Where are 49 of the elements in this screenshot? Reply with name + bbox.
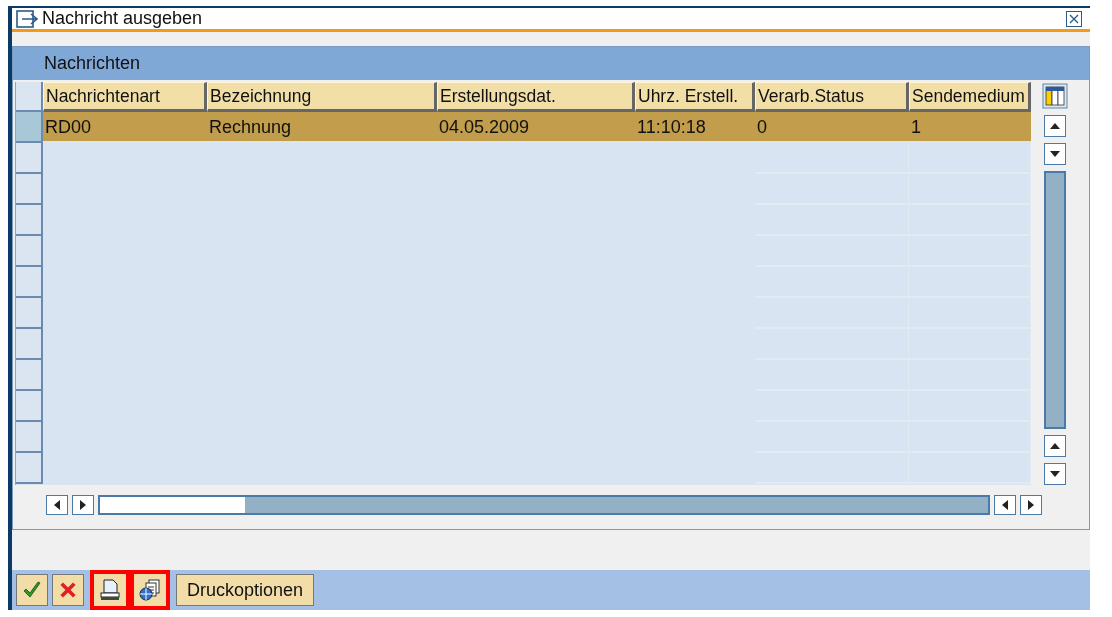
column-header[interactable]: Nachrichtenart xyxy=(43,82,207,112)
scroll-left-icon[interactable] xyxy=(994,495,1016,515)
scroll-up-icon[interactable] xyxy=(1044,435,1066,457)
scroll-up-icon[interactable] xyxy=(1044,115,1066,137)
row-selector[interactable] xyxy=(16,267,43,298)
column-header[interactable]: Sendemedium xyxy=(909,82,1031,112)
row-selector[interactable] xyxy=(16,391,43,422)
row-selector[interactable] xyxy=(16,143,43,174)
row-selector[interactable] xyxy=(16,360,43,391)
print-preview-button[interactable] xyxy=(130,570,170,610)
column-header[interactable]: Bezeichnung xyxy=(207,82,437,112)
print-options-button[interactable]: Druckoptionen xyxy=(176,574,315,606)
scroll-right-icon[interactable] xyxy=(72,495,94,515)
row-selector[interactable] xyxy=(16,174,43,205)
table-cell: RD00 xyxy=(43,112,207,143)
window-title: Nachricht ausgeben xyxy=(42,8,203,29)
print-button[interactable] xyxy=(90,570,130,610)
scroll-down-icon[interactable] xyxy=(1044,463,1066,485)
row-selector[interactable] xyxy=(16,236,43,267)
column-header[interactable]: Erstellungsdat. xyxy=(437,82,635,112)
row-selector[interactable] xyxy=(16,453,43,484)
horizontal-scrollbar[interactable] xyxy=(98,495,990,515)
table-row[interactable]: RD00 Rechnung 04.05.2009 11:10:18 0 1 xyxy=(16,112,1031,143)
table-cell: Rechnung xyxy=(207,112,437,143)
row-selector[interactable] xyxy=(16,205,43,236)
table-cell: 11:10:18 xyxy=(635,112,755,143)
row-selector[interactable] xyxy=(16,112,43,143)
row-selector[interactable] xyxy=(16,329,43,360)
row-selector[interactable] xyxy=(16,422,43,453)
column-header[interactable]: Uhrz. Erstell. xyxy=(635,82,755,112)
scroll-left-icon[interactable] xyxy=(46,495,68,515)
row-selector[interactable] xyxy=(16,298,43,329)
column-header[interactable]: Verarb.Status xyxy=(755,82,909,112)
printer-icon xyxy=(99,579,121,601)
table-title: Nachrichten xyxy=(13,47,1089,82)
cancel-button[interactable] xyxy=(52,574,84,606)
checkmark-icon xyxy=(22,580,42,600)
cross-icon xyxy=(59,581,77,599)
column-settings-icon[interactable] xyxy=(1042,83,1068,109)
table-cell: 1 xyxy=(909,112,1031,143)
scrollbar-thumb[interactable] xyxy=(1044,171,1066,429)
close-icon[interactable] xyxy=(1066,10,1082,27)
scroll-right-icon[interactable] xyxy=(1020,495,1042,515)
confirm-button[interactable] xyxy=(16,574,48,606)
scroll-down-icon[interactable] xyxy=(1044,143,1066,165)
table-cell: 0 xyxy=(755,112,909,143)
select-all-cell[interactable] xyxy=(16,82,43,112)
table-cell: 04.05.2009 xyxy=(437,112,635,143)
documents-globe-icon xyxy=(139,579,161,601)
